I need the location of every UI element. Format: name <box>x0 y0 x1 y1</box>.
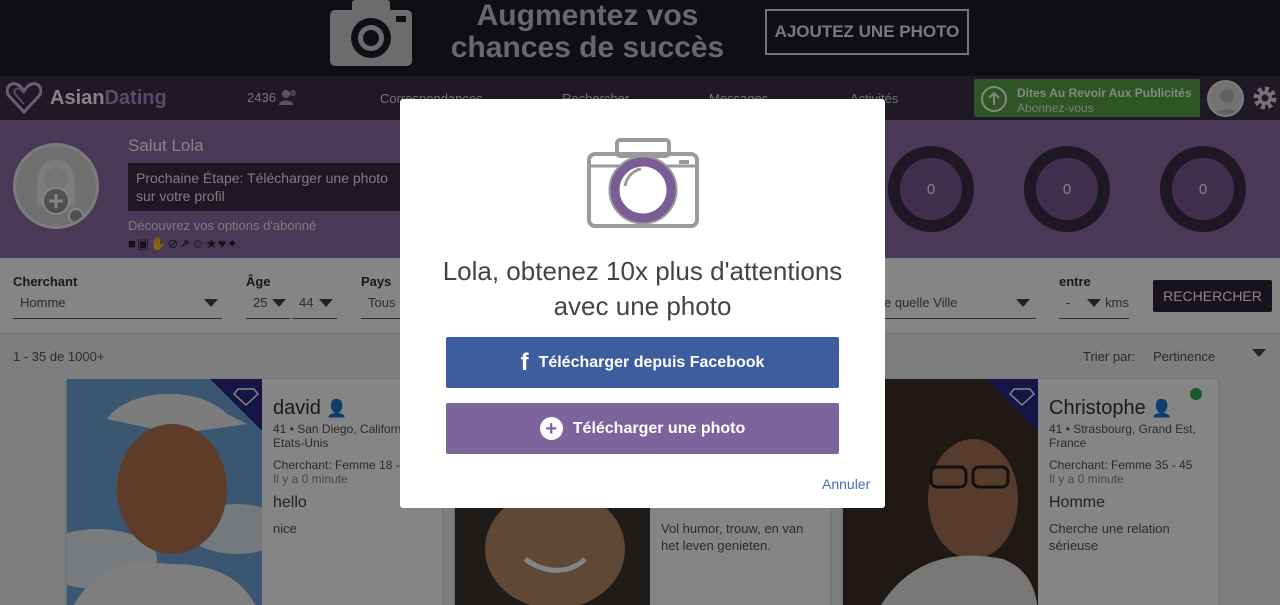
modal-title: Lola, obtenez 10x plus d'attentions avec… <box>442 256 843 321</box>
upload-from-facebook-button[interactable]: f Télécharger depuis Facebook <box>446 337 839 388</box>
cancel-link[interactable]: Annuler <box>822 476 870 492</box>
upload-button-label: Télécharger une photo <box>572 419 746 437</box>
photo-upload-modal: Lola, obtenez 10x plus d'attentions avec… <box>400 99 885 508</box>
facebook-button-label: Télécharger depuis Facebook <box>538 353 765 371</box>
plus-circle-icon: + <box>539 417 563 440</box>
camera-icon <box>587 138 699 228</box>
facebook-icon: f <box>520 348 529 376</box>
upload-photo-button[interactable]: + Télécharger une photo <box>446 403 839 454</box>
